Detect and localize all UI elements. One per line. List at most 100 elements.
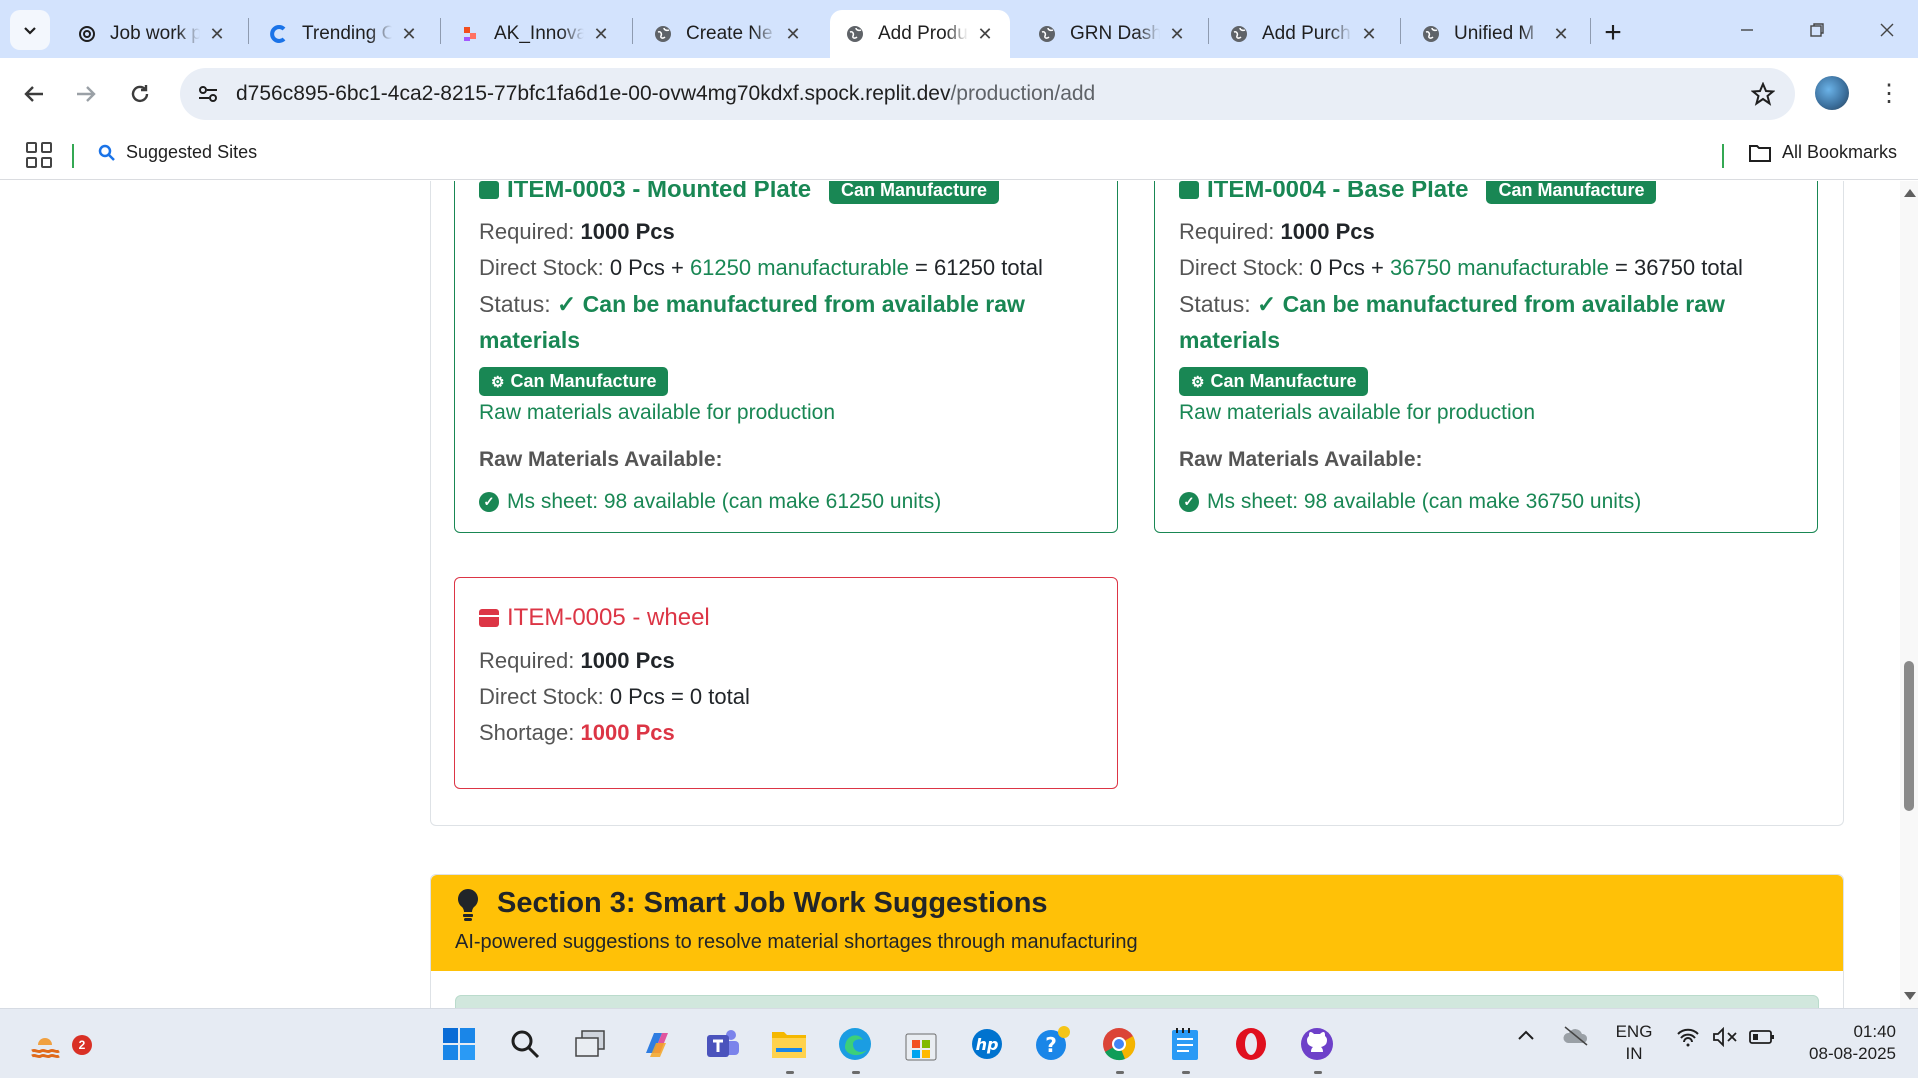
tab-title: Create Ne bbox=[686, 23, 773, 44]
file-explorer-app[interactable] bbox=[768, 1023, 810, 1065]
task-view-button[interactable] bbox=[570, 1023, 612, 1065]
system-clock[interactable]: 01:40 08-08-2025 bbox=[1796, 1021, 1896, 1065]
tab-separator bbox=[1590, 18, 1591, 44]
globe-icon bbox=[1036, 23, 1058, 45]
tab-title: Add Purch bbox=[1262, 23, 1351, 44]
close-icon[interactable]: ✕ bbox=[398, 23, 420, 45]
close-icon[interactable]: ✕ bbox=[782, 23, 804, 45]
bookmark-separator bbox=[72, 144, 74, 168]
close-icon[interactable]: ✕ bbox=[1550, 23, 1572, 45]
bookmark-suggested-sites[interactable]: Suggested Sites bbox=[98, 142, 257, 163]
start-button[interactable] bbox=[438, 1023, 480, 1065]
page-scrollbar[interactable] bbox=[1900, 181, 1918, 1008]
task-view-icon bbox=[575, 1030, 605, 1057]
new-tab-button[interactable]: + bbox=[1596, 16, 1630, 50]
scroll-up-arrow-icon[interactable] bbox=[1904, 189, 1916, 197]
raw-materials-heading: Raw Materials Available: bbox=[1179, 448, 1423, 471]
total-value: = 61250 total bbox=[915, 255, 1043, 280]
scroll-down-arrow-icon[interactable] bbox=[1904, 992, 1916, 1000]
item-title: ITEM-0005 - wheel bbox=[479, 604, 710, 632]
close-icon[interactable]: ✕ bbox=[974, 23, 996, 45]
box-icon bbox=[479, 181, 499, 199]
reload-button[interactable] bbox=[120, 74, 160, 114]
tab-title: GRN Dashb bbox=[1070, 23, 1160, 44]
hp-app[interactable]: hp bbox=[966, 1023, 1008, 1065]
close-window-button[interactable] bbox=[1862, 12, 1912, 48]
item-card-0003: ITEM-0003 - Mounted Plate Can Manufactur… bbox=[454, 181, 1118, 533]
tab-add-production[interactable]: Add Produ ✕ bbox=[830, 10, 1010, 58]
tab-job-work[interactable]: Job work p ✕ bbox=[62, 10, 242, 58]
tab-ak-innova[interactable]: AK_Innova ✕ bbox=[446, 10, 626, 58]
url-host: d756c895-6bc1-4ca2-8215-77bfc1fa6d1e-00-… bbox=[236, 82, 951, 105]
url-text[interactable]: d756c895-6bc1-4ca2-8215-77bfc1fa6d1e-00-… bbox=[236, 82, 1095, 106]
scroll-thumb[interactable] bbox=[1904, 661, 1914, 811]
get-help-app[interactable]: ? bbox=[1032, 1023, 1074, 1065]
status-label: Status: bbox=[1179, 291, 1251, 317]
chevron-up-icon bbox=[1518, 1030, 1534, 1040]
bookmark-separator bbox=[1722, 144, 1724, 168]
copilot-app[interactable] bbox=[636, 1023, 678, 1065]
close-icon bbox=[1880, 23, 1894, 37]
profile-avatar[interactable] bbox=[1815, 76, 1849, 110]
opera-icon bbox=[1236, 1028, 1266, 1060]
chrome-icon bbox=[1103, 1028, 1136, 1061]
item-card-0005: ITEM-0005 - wheel Required: 1000 Pcs Dir… bbox=[454, 577, 1118, 789]
show-hidden-icons-button[interactable] bbox=[1516, 1027, 1536, 1048]
weather-icon bbox=[31, 1038, 60, 1059]
browser-menu-icon[interactable]: ⋮ bbox=[1872, 76, 1906, 110]
tab-grn-dashboard[interactable]: GRN Dashb ✕ bbox=[1022, 10, 1202, 58]
required-line: Required: 1000 Pcs bbox=[479, 648, 675, 674]
tab-separator bbox=[1400, 18, 1401, 44]
clock-time: 01:40 bbox=[1853, 1022, 1896, 1041]
close-icon[interactable]: ✕ bbox=[1358, 23, 1380, 45]
tab-add-purchase[interactable]: Add Purch ✕ bbox=[1214, 10, 1394, 58]
site-settings-icon[interactable] bbox=[194, 80, 222, 108]
bookmark-label: Suggested Sites bbox=[126, 142, 258, 162]
address-bar[interactable]: d756c895-6bc1-4ca2-8215-77bfc1fa6d1e-00-… bbox=[180, 68, 1795, 120]
box-icon bbox=[479, 609, 499, 627]
copilot-icon bbox=[646, 1033, 668, 1057]
box-icon bbox=[1179, 181, 1199, 199]
can-manufacture-badge: Can Manufacture bbox=[829, 181, 1000, 204]
tab-unified[interactable]: Unified M ✕ bbox=[1406, 10, 1586, 58]
tab-create-new[interactable]: Create Ne ✕ bbox=[638, 10, 818, 58]
back-button[interactable] bbox=[14, 74, 54, 114]
bookmark-label: All Bookmarks bbox=[1782, 142, 1898, 162]
teams-app[interactable] bbox=[702, 1023, 744, 1065]
language-indicator[interactable]: ENG IN bbox=[1612, 1021, 1656, 1065]
chrome-app[interactable] bbox=[1098, 1023, 1140, 1065]
apps-grid-icon[interactable] bbox=[26, 142, 52, 168]
badge-label: Can Manufacture bbox=[1210, 371, 1357, 391]
availability-note: Raw materials available for production bbox=[1179, 401, 1536, 424]
shortage-label: Shortage: bbox=[479, 720, 575, 745]
all-bookmarks-button[interactable]: All Bookmarks bbox=[1748, 142, 1897, 163]
close-icon[interactable]: ✕ bbox=[590, 23, 612, 45]
github-app[interactable] bbox=[1296, 1023, 1338, 1065]
minimize-button[interactable] bbox=[1722, 12, 1772, 48]
edge-app[interactable] bbox=[834, 1023, 876, 1065]
required-value: 1000 Pcs bbox=[580, 219, 675, 244]
close-icon[interactable]: ✕ bbox=[1166, 23, 1188, 45]
close-icon[interactable]: ✕ bbox=[206, 23, 228, 45]
restore-button[interactable] bbox=[1792, 12, 1842, 48]
weather-widget[interactable]: 2 bbox=[24, 1023, 92, 1065]
battery-tray[interactable] bbox=[1748, 1027, 1776, 1052]
volume-tray[interactable] bbox=[1712, 1026, 1738, 1052]
onedrive-tray[interactable] bbox=[1562, 1025, 1590, 1052]
direct-stock-label: Direct Stock: bbox=[479, 684, 604, 709]
opera-app[interactable] bbox=[1230, 1023, 1272, 1065]
c-logo-icon bbox=[268, 23, 290, 45]
taskbar-search-button[interactable] bbox=[504, 1023, 546, 1065]
bookmark-star-icon[interactable] bbox=[1749, 80, 1777, 108]
clock-date: 08-08-2025 bbox=[1809, 1044, 1896, 1063]
forward-button[interactable] bbox=[66, 74, 106, 114]
arrow-left-icon bbox=[24, 86, 43, 102]
section-3-title: Section 3: Smart Job Work Suggestions bbox=[497, 887, 1048, 919]
running-indicator bbox=[1116, 1071, 1124, 1074]
notepad-app[interactable] bbox=[1164, 1023, 1206, 1065]
network-tray[interactable] bbox=[1676, 1027, 1700, 1052]
store-app[interactable] bbox=[900, 1023, 942, 1065]
tab-title: Trending C bbox=[302, 23, 392, 44]
tab-search-dropdown[interactable] bbox=[10, 10, 50, 50]
tab-trending[interactable]: Trending C ✕ bbox=[254, 10, 434, 58]
